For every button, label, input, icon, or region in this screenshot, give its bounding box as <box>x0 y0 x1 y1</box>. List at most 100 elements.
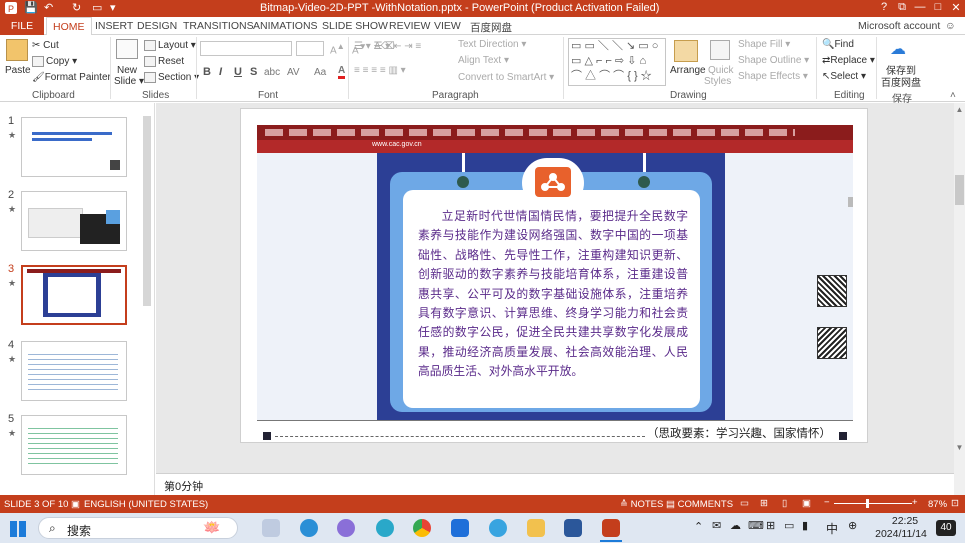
keyboard-icon[interactable]: ⌨ <box>748 519 764 532</box>
italic-button[interactable]: I <box>219 66 222 78</box>
tray-chevron-icon[interactable]: ⌃ <box>694 520 703 533</box>
search-box[interactable]: ⌕ 搜索 🪷 <box>38 517 238 539</box>
convert-smartart-button[interactable]: Convert to SmartArt ▾ <box>458 72 554 83</box>
edge-icon[interactable] <box>300 519 318 537</box>
tab-home[interactable]: HOME <box>46 17 92 36</box>
find-button[interactable]: 🔍Find <box>822 39 854 50</box>
arrange-icon[interactable] <box>674 40 698 62</box>
chrome-icon[interactable] <box>413 519 431 537</box>
ribbon-display-button[interactable]: ⧉ <box>892 1 912 14</box>
language-indicator[interactable]: ENGLISH (UNITED STATES) <box>84 499 208 510</box>
normal-view-icon[interactable]: ▭ <box>740 498 749 509</box>
app-icon[interactable] <box>451 519 469 537</box>
shape-effects-button[interactable]: Shape Effects ▾ <box>738 71 808 82</box>
shape-fill-button[interactable]: Shape Fill ▾ <box>738 39 790 50</box>
font-color-button[interactable]: A <box>338 65 346 79</box>
file-explorer-icon[interactable] <box>527 519 545 537</box>
scrollbar-thumb[interactable] <box>143 116 151 306</box>
thumbnail-scrollbar[interactable] <box>142 108 152 493</box>
save-baidu-button-2[interactable]: 百度网盘 <box>881 74 921 89</box>
strikethrough-button[interactable]: S <box>250 66 257 78</box>
redo-icon[interactable]: ↻ <box>72 1 81 14</box>
format-painter-button[interactable]: 🖌Format Painter <box>32 72 111 83</box>
present-icon[interactable]: ▭ <box>92 1 102 14</box>
cloud-icon[interactable]: ☁ <box>730 519 741 532</box>
slide-thumbnail-5[interactable] <box>21 415 127 475</box>
align-text-button[interactable]: Align Text ▾ <box>458 55 509 66</box>
monitor-icon[interactable]: ▭ <box>784 519 794 532</box>
save-icon[interactable]: 💾 <box>24 1 38 14</box>
collapse-ribbon-icon[interactable]: ˄ <box>950 90 956 101</box>
battery-icon[interactable]: ▮ <box>802 519 808 532</box>
copilot-icon[interactable] <box>337 519 355 537</box>
font-name-dropdown[interactable] <box>200 41 292 56</box>
tab-insert[interactable]: INSERT <box>95 20 133 32</box>
tab-transitions[interactable]: TRANSITIONS <box>183 20 254 32</box>
proofing-icon[interactable]: ▣ <box>71 499 80 510</box>
copy-button[interactable]: Copy ▾ <box>32 56 77 67</box>
fit-slide-icon[interactable]: ⊡ <box>951 498 959 509</box>
tab-view[interactable]: VIEW <box>434 20 461 32</box>
shape-outline-button[interactable]: Shape Outline ▾ <box>738 55 809 66</box>
slideshow-icon[interactable]: ▣ <box>802 498 811 509</box>
change-case-button[interactable]: Aa <box>314 67 326 78</box>
tab-review[interactable]: REVIEW <box>389 20 430 32</box>
tab-baidu[interactable]: 百度网盘 <box>470 20 512 35</box>
browser-icon[interactable] <box>489 519 507 537</box>
ime-indicator[interactable]: 中 <box>826 520 838 537</box>
tab-slide-show[interactable]: SLIDE SHOW <box>322 20 388 32</box>
cut-button[interactable]: ✂ Cut <box>32 40 59 51</box>
bullets-icon[interactable]: ☰ ▾ ☰ ▾ ⇤ ⇥ ≡ <box>354 41 421 52</box>
select-button[interactable]: ↖Select ▾ <box>822 71 866 82</box>
task-view-icon[interactable] <box>262 519 280 537</box>
notes-button[interactable]: ≙ NOTES <box>620 499 663 510</box>
scrollbar-thumb[interactable] <box>955 175 964 205</box>
word-icon[interactable] <box>564 519 582 537</box>
close-button[interactable]: ✕ <box>946 1 965 14</box>
new-slide-button[interactable]: New <box>117 65 137 76</box>
text-direction-button[interactable]: Text Direction ▾ <box>458 39 526 50</box>
help-button[interactable]: ? <box>874 1 894 13</box>
tab-animations[interactable]: ANIMATIONS <box>253 20 318 32</box>
tab-file[interactable]: FILE <box>0 17 44 35</box>
edge-dev-icon[interactable] <box>376 519 394 537</box>
video-scrollbar[interactable] <box>848 197 853 207</box>
undo-icon[interactable]: ↶ <box>44 1 53 14</box>
tab-design[interactable]: DESIGN <box>137 20 177 32</box>
shapes-gallery[interactable]: ▭ ▭ ＼ ＼ ↘ ▭ ○ ▭ △ ⌐ ⌐ ⇨ ⇩ ⌂ ⌒ △ ⌒ ⌒ { } ☆ <box>568 38 666 86</box>
zoom-slider-thumb[interactable] <box>866 499 869 508</box>
windows-start-icon[interactable] <box>10 521 26 537</box>
replace-button[interactable]: ⇄Replace ▾ <box>822 55 875 66</box>
reading-view-icon[interactable]: ▯ <box>782 498 787 509</box>
zoom-out-icon[interactable]: − <box>824 497 830 508</box>
slide-scrollbar[interactable]: ▲ ▼ <box>954 103 965 495</box>
scroll-up-icon[interactable]: ▲ <box>954 105 965 114</box>
maximize-button[interactable]: □ <box>928 1 948 13</box>
layout-button[interactable]: Layout ▾ <box>144 40 196 51</box>
quick-styles-icon[interactable] <box>710 40 730 60</box>
ime-mode-icon[interactable]: ⊕ <box>848 519 857 532</box>
baidu-cloud-icon[interactable]: ☁ <box>890 39 906 59</box>
reset-button[interactable]: Reset <box>144 56 184 67</box>
clock-date[interactable]: 2024/11/14 <box>868 528 934 540</box>
minimize-button[interactable]: — <box>910 1 930 13</box>
notification-badge[interactable]: 40 <box>936 520 956 536</box>
arrange-button[interactable]: Arrange <box>670 65 706 76</box>
paste-icon[interactable] <box>6 39 28 61</box>
paste-button[interactable]: Paste <box>5 65 31 76</box>
section-button[interactable]: Section ▾ <box>144 72 199 83</box>
touchpad-icon[interactable]: ⊞ <box>766 519 775 532</box>
slide-sorter-icon[interactable]: ⊞ <box>760 498 768 509</box>
scroll-down-icon[interactable]: ▼ <box>954 443 965 452</box>
slide-thumbnail-4[interactable] <box>21 341 127 401</box>
char-spacing-button[interactable]: AV <box>287 67 300 78</box>
quick-styles-button[interactable]: Quick <box>708 65 734 76</box>
slide-thumbnail-1[interactable] <box>21 117 127 177</box>
quick-styles-button-2[interactable]: Styles <box>704 76 731 87</box>
grow-font-icon[interactable]: A▲ <box>330 41 345 56</box>
wechat-icon[interactable]: ✉ <box>712 519 721 532</box>
slide-thumbnail-3[interactable] <box>21 265 127 325</box>
clock-time[interactable]: 22:25 <box>880 515 930 527</box>
zoom-slider[interactable] <box>834 503 912 504</box>
underline-button[interactable]: U <box>234 66 242 78</box>
